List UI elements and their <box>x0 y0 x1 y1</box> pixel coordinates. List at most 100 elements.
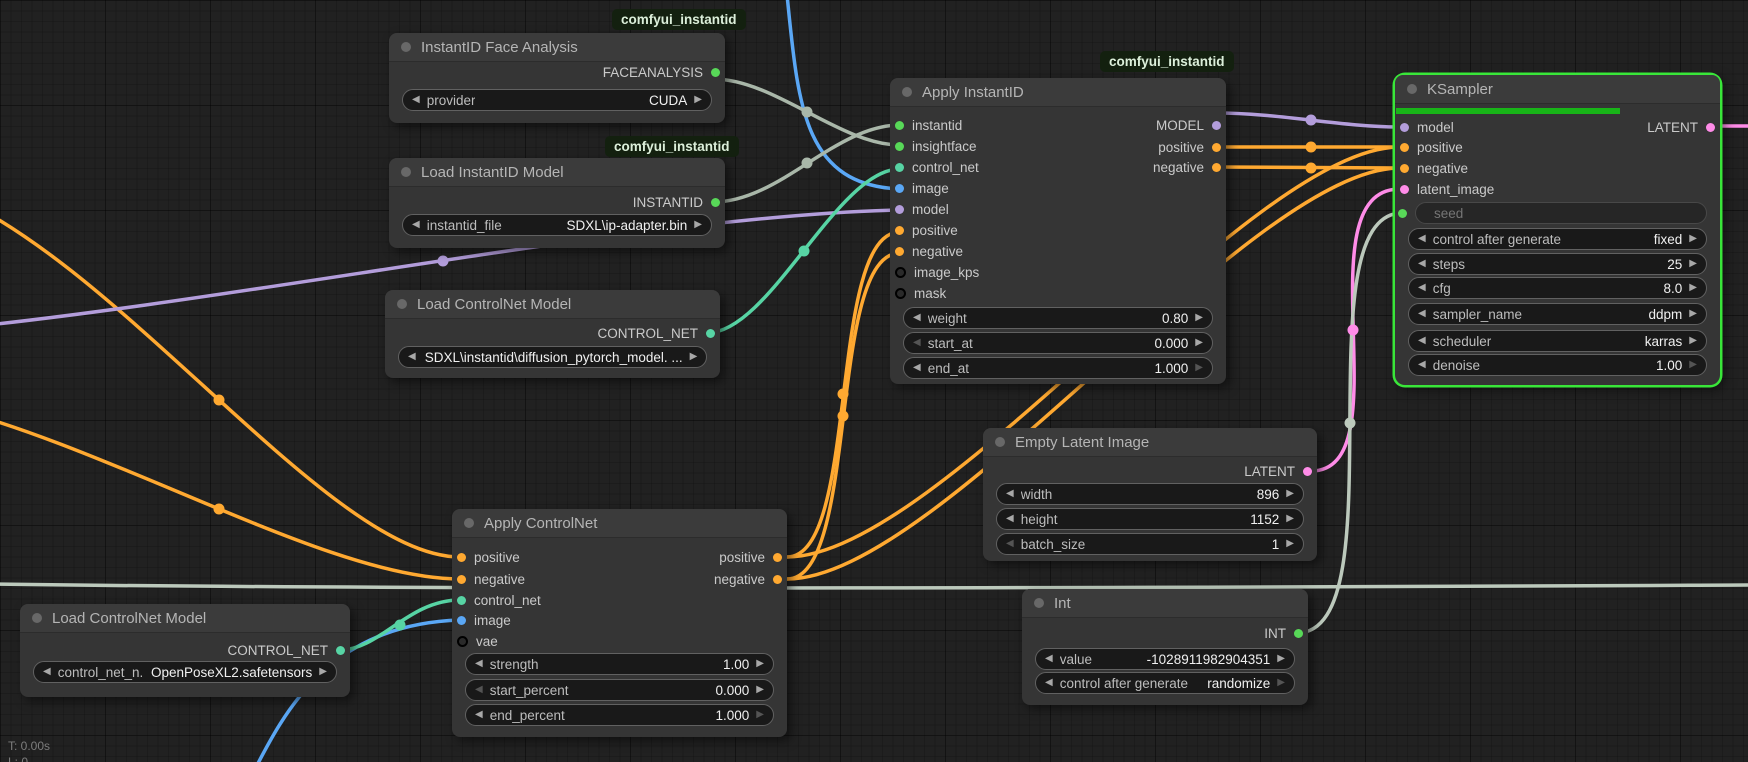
stepper-right-icon[interactable]: ▶ <box>1195 313 1203 323</box>
node-header[interactable]: Apply InstantID <box>890 78 1226 107</box>
slot-dot[interactable] <box>457 596 466 605</box>
slot-dot[interactable] <box>895 288 906 299</box>
widget-control-after-generate[interactable]: ◀ control after generate fixed ▶ <box>1408 228 1707 250</box>
widget-end-percent[interactable]: ◀ end_percent 1.000 ▶ <box>465 704 774 726</box>
input-slot-negative[interactable]: negative <box>457 570 525 588</box>
stepper-left-icon[interactable]: ◀ <box>475 685 483 695</box>
input-slot-insightface[interactable]: insightface <box>895 137 977 155</box>
stepper-left-icon[interactable]: ◀ <box>475 659 483 669</box>
collapse-dot-icon[interactable] <box>464 518 474 528</box>
stepper-left-icon[interactable]: ◀ <box>1006 489 1014 499</box>
output-slot-negative[interactable]: negative <box>1153 158 1221 176</box>
widget-weight[interactable]: ◀ weight 0.80 ▶ <box>903 307 1213 329</box>
slot-dot[interactable] <box>895 267 906 278</box>
input-slot-image-kps[interactable]: image_kps <box>895 263 979 281</box>
stepper-right-icon[interactable]: ▶ <box>1689 336 1697 346</box>
collapse-dot-icon[interactable] <box>1034 598 1044 608</box>
node-header[interactable]: Load InstantID Model <box>389 158 725 187</box>
widget-strength[interactable]: ◀ strength 1.00 ▶ <box>465 653 774 675</box>
slot-dot[interactable] <box>1212 163 1221 172</box>
node-header[interactable]: Empty Latent Image <box>983 428 1317 457</box>
widget-sampler-name[interactable]: ◀ sampler_name ddpm ▶ <box>1408 303 1707 325</box>
node-apply-instantid[interactable]: Apply InstantID instantid insightface co… <box>890 78 1226 384</box>
widget-scheduler[interactable]: ◀ scheduler karras ▶ <box>1408 330 1707 352</box>
output-slot-positive[interactable]: positive <box>719 548 782 566</box>
widget-value[interactable]: ◀ value -1028911982904351 ▶ <box>1035 648 1295 670</box>
input-slot-image[interactable]: image <box>895 179 949 197</box>
output-slot-model[interactable]: MODEL <box>1156 116 1221 134</box>
output-slot-control-net[interactable]: CONTROL_NET <box>597 324 715 342</box>
input-slot-mask[interactable]: mask <box>895 284 946 302</box>
node-ksampler[interactable]: KSampler model positive negative latent_… <box>1395 75 1720 385</box>
stepper-left-icon[interactable]: ◀ <box>1418 283 1426 293</box>
stepper-right-icon[interactable]: ▶ <box>694 95 702 105</box>
stepper-left-icon[interactable]: ◀ <box>412 95 420 105</box>
collapse-dot-icon[interactable] <box>401 167 411 177</box>
slot-dot[interactable] <box>1706 123 1715 132</box>
stepper-left-icon[interactable]: ◀ <box>43 667 51 677</box>
node-header[interactable]: Apply ControlNet <box>452 509 787 538</box>
widget-instantid-file[interactable]: ◀ instantid_file SDXL\ip-adapter.bin ▶ <box>402 214 712 236</box>
slot-dot[interactable] <box>773 575 782 584</box>
node-apply-controlnet[interactable]: Apply ControlNet positive negative contr… <box>452 509 787 737</box>
collapse-dot-icon[interactable] <box>995 437 1005 447</box>
collapse-dot-icon[interactable] <box>401 42 411 52</box>
input-slot-vae[interactable]: vae <box>457 632 498 650</box>
output-slot-faceanalysis[interactable]: FACEANALYSIS <box>603 63 720 81</box>
stepper-right-icon[interactable]: ▶ <box>1286 489 1294 499</box>
stepper-left-icon[interactable]: ◀ <box>1006 514 1014 524</box>
slot-dot[interactable] <box>336 646 345 655</box>
input-slot-model[interactable]: model <box>1400 118 1454 136</box>
stepper-right-icon[interactable]: ▶ <box>1689 283 1697 293</box>
widget-seed-converted-input[interactable]: seed <box>1415 202 1707 224</box>
output-slot-control-net[interactable]: CONTROL_NET <box>227 641 345 659</box>
stepper-right-icon[interactable]: ▶ <box>1277 654 1285 664</box>
stepper-left-icon[interactable]: ◀ <box>1006 539 1014 549</box>
slot-dot[interactable] <box>457 553 466 562</box>
stepper-right-icon[interactable]: ▶ <box>319 667 327 677</box>
widget-end-at[interactable]: ◀ end_at 1.000 ▶ <box>903 357 1213 379</box>
slot-dot[interactable] <box>895 247 904 256</box>
widget-provider[interactable]: ◀ provider CUDA ▶ <box>402 89 712 111</box>
slot-dot[interactable] <box>457 575 466 584</box>
stepper-right-icon[interactable]: ▶ <box>1689 234 1697 244</box>
stepper-right-icon[interactable]: ▶ <box>1277 678 1285 688</box>
slot-dot[interactable] <box>1212 121 1221 130</box>
slot-dot[interactable] <box>895 226 904 235</box>
slot-dot[interactable] <box>711 68 720 77</box>
slot-dot[interactable] <box>1294 629 1303 638</box>
node-load-instantid-model[interactable]: Load InstantID Model INSTANTID ◀ instant… <box>389 158 725 248</box>
stepper-left-icon[interactable]: ◀ <box>412 220 420 230</box>
stepper-left-icon[interactable]: ◀ <box>1418 234 1426 244</box>
slot-dot[interactable] <box>895 205 904 214</box>
node-header[interactable]: InstantID Face Analysis <box>389 33 725 62</box>
stepper-right-icon[interactable]: ▶ <box>1195 338 1203 348</box>
slot-dot[interactable] <box>1212 143 1221 152</box>
node-header[interactable]: KSampler <box>1395 75 1720 104</box>
stepper-right-icon[interactable]: ▶ <box>1689 259 1697 269</box>
stepper-left-icon[interactable]: ◀ <box>1418 259 1426 269</box>
stepper-left-icon[interactable]: ◀ <box>408 352 416 362</box>
slot-dot[interactable] <box>706 329 715 338</box>
slot-dot[interactable] <box>1400 143 1409 152</box>
widget-control-after-generate[interactable]: ◀ control after generate randomize ▶ <box>1035 672 1295 694</box>
collapse-dot-icon[interactable] <box>902 87 912 97</box>
widget-steps[interactable]: ◀ steps 25 ▶ <box>1408 253 1707 275</box>
slot-dot[interactable] <box>895 142 904 151</box>
widget-denoise[interactable]: ◀ denoise 1.00 ▶ <box>1408 354 1707 376</box>
slot-dot[interactable] <box>457 636 468 647</box>
output-slot-int[interactable]: INT <box>1264 624 1303 642</box>
slot-dot[interactable] <box>457 616 466 625</box>
node-int[interactable]: Int INT ◀ value -1028911982904351 ▶ ◀ co… <box>1022 589 1308 705</box>
collapse-dot-icon[interactable] <box>32 613 42 623</box>
slot-dot[interactable] <box>1400 123 1409 132</box>
input-slot-positive[interactable]: positive <box>1400 138 1463 156</box>
widget-height[interactable]: ◀ height 1152 ▶ <box>996 508 1304 530</box>
input-slot-seed-dot[interactable] <box>1398 209 1407 218</box>
widget-controlnet-name[interactable]: ◀ control_net_n... OpenPoseXL2.safetenso… <box>33 661 337 683</box>
output-slot-latent[interactable]: LATENT <box>1647 118 1715 136</box>
input-slot-negative[interactable]: negative <box>1400 159 1468 177</box>
input-slot-latent-image[interactable]: latent_image <box>1400 180 1494 198</box>
input-slot-negative[interactable]: negative <box>895 242 963 260</box>
slot-dot[interactable] <box>1400 164 1409 173</box>
